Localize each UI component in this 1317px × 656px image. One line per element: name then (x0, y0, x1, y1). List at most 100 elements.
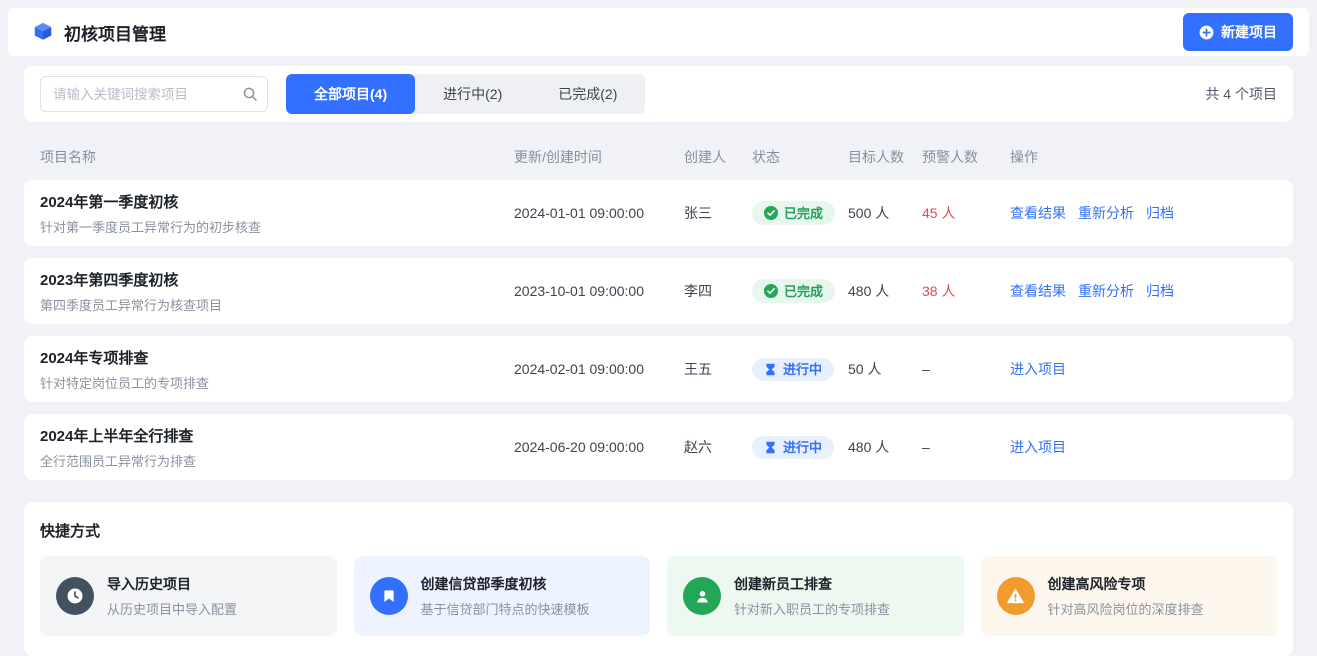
quick-action-text: 创建新员工排查 针对新入职员工的专项排查 (734, 574, 890, 618)
quick-action-description: 从历史项目中导入配置 (107, 599, 237, 618)
filter-tabs: 全部项目(4) 进行中(2) 已完成(2) (286, 74, 645, 114)
project-status-cell: 进行中 (752, 358, 848, 381)
project-creator: 李四 (684, 281, 752, 301)
quick-action-description: 针对新入职员工的专项排查 (734, 599, 890, 618)
table-column-header: 预警人数 (922, 147, 1010, 167)
row-action-link[interactable]: 归档 (1146, 203, 1174, 223)
filter-tab[interactable]: 已完成(2) (530, 74, 645, 114)
quick-action-card[interactable]: 导入历史项目 从历史项目中导入配置 (40, 556, 337, 636)
page: 初核项目管理 新建项目 全部项目(4) 进行中(2) 已完成( (0, 8, 1317, 656)
status-badge: 已完成 (752, 279, 835, 303)
warning-count: 45 人 (922, 203, 1010, 223)
quick-action-text: 导入历史项目 从历史项目中导入配置 (107, 574, 237, 618)
quick-action-description: 基于信贷部门特点的快速模板 (421, 599, 590, 618)
new-project-label: 新建项目 (1221, 22, 1277, 42)
row-action-link[interactable]: 查看结果 (1010, 203, 1066, 223)
app-logo-box-icon (32, 21, 54, 43)
table-column-header: 目标人数 (848, 147, 922, 167)
new-project-button[interactable]: 新建项目 (1183, 13, 1293, 51)
clock-icon (65, 586, 85, 606)
project-time: 2024-02-01 09:00:00 (514, 361, 684, 377)
project-row[interactable]: 2024年第一季度初核 针对第一季度员工异常行为的初步核查 2024-01-01… (24, 180, 1293, 246)
project-creator: 王五 (684, 359, 752, 379)
row-action-link[interactable]: 查看结果 (1010, 281, 1066, 301)
bookmark-icon (380, 587, 398, 605)
quick-action-card[interactable]: 创建高风险专项 针对高风险岗位的深度排查 (981, 556, 1278, 636)
status-label: 进行中 (783, 441, 822, 454)
quick-action-text: 创建高风险专项 针对高风险岗位的深度排查 (1048, 574, 1204, 618)
plus-circle-icon (1199, 25, 1214, 40)
project-name: 2024年上半年全行排查 (40, 425, 514, 446)
quick-action-title: 导入历史项目 (107, 574, 237, 594)
target-count: 50 人 (848, 359, 922, 379)
project-creator: 张三 (684, 203, 752, 223)
status-label: 进行中 (783, 363, 822, 376)
quick-action-icon-badge (370, 577, 408, 615)
row-actions: 查看结果重新分析归档 (1010, 203, 1277, 223)
project-time: 2023-10-01 09:00:00 (514, 283, 684, 299)
person-icon (693, 587, 712, 606)
project-count: 共 4 个项目 (1205, 84, 1277, 104)
title-wrap: 初核项目管理 (32, 20, 166, 45)
filter-tab[interactable]: 进行中(2) (415, 74, 530, 114)
row-actions: 进入项目 (1010, 359, 1277, 379)
quick-action-title: 创建新员工排查 (734, 574, 890, 594)
quick-action-icon-badge (683, 577, 721, 615)
table-column-header: 创建人 (684, 147, 752, 167)
warning-count: – (922, 439, 1010, 455)
quick-action-title: 创建信贷部季度初核 (421, 574, 590, 594)
project-status-cell: 进行中 (752, 436, 848, 459)
quick-action-title: 创建高风险专项 (1048, 574, 1204, 594)
quick-action-icon-badge (997, 577, 1035, 615)
project-description: 针对特定岗位员工的专项排查 (40, 373, 514, 392)
project-name-cell: 2024年上半年全行排查 全行范围员工异常行为排查 (40, 425, 514, 470)
search-box (40, 76, 268, 112)
status-badge: 进行中 (752, 436, 834, 459)
project-row[interactable]: 2024年上半年全行排查 全行范围员工异常行为排查 2024-06-20 09:… (24, 414, 1293, 480)
row-action-link[interactable]: 重新分析 (1078, 203, 1134, 223)
quick-action-card[interactable]: 创建信贷部季度初核 基于信贷部门特点的快速模板 (354, 556, 651, 636)
project-row[interactable]: 2023年第四季度初核 第四季度员工异常行为核查项目 2023-10-01 09… (24, 258, 1293, 324)
row-action-link[interactable]: 进入项目 (1010, 437, 1066, 457)
target-count: 500 人 (848, 203, 922, 223)
quick-actions-grid: 导入历史项目 从历史项目中导入配置 创建信贷部季度初核 基于信贷部门特点的快速模… (40, 556, 1277, 636)
warning-icon (1006, 587, 1025, 606)
status-badge: 已完成 (752, 201, 835, 225)
row-action-link[interactable]: 重新分析 (1078, 281, 1134, 301)
row-action-link[interactable]: 归档 (1146, 281, 1174, 301)
project-status-cell: 已完成 (752, 201, 848, 225)
project-description: 第四季度员工异常行为核查项目 (40, 295, 514, 314)
check-circle-icon (764, 284, 778, 298)
table-column-header: 更新/创建时间 (514, 147, 684, 167)
project-name: 2024年第一季度初核 (40, 191, 514, 212)
table-column-header: 操作 (1010, 147, 1277, 167)
project-status-cell: 已完成 (752, 279, 848, 303)
quick-action-card[interactable]: 创建新员工排查 针对新入职员工的专项排查 (667, 556, 964, 636)
project-time: 2024-06-20 09:00:00 (514, 439, 684, 455)
search-input[interactable] (40, 76, 268, 112)
status-badge: 进行中 (752, 358, 834, 381)
hourglass-icon (764, 363, 777, 376)
target-count: 480 人 (848, 437, 922, 457)
project-description: 针对第一季度员工异常行为的初步核查 (40, 217, 514, 236)
table-header: 项目名称 更新/创建时间 创建人 状态 目标人数 预警人数 操作 (24, 134, 1293, 180)
project-creator: 赵六 (684, 437, 752, 457)
status-label: 已完成 (784, 207, 823, 220)
filter-tab[interactable]: 全部项目(4) (286, 74, 415, 114)
check-circle-icon (764, 206, 778, 220)
quick-action-description: 针对高风险岗位的深度排查 (1048, 599, 1204, 618)
target-count: 480 人 (848, 281, 922, 301)
quick-action-text: 创建信贷部季度初核 基于信贷部门特点的快速模板 (421, 574, 590, 618)
project-name: 2023年第四季度初核 (40, 269, 514, 290)
row-actions: 查看结果重新分析归档 (1010, 281, 1277, 301)
search-icon[interactable] (242, 86, 258, 102)
project-description: 全行范围员工异常行为排查 (40, 451, 514, 470)
project-row[interactable]: 2024年专项排查 针对特定岗位员工的专项排查 2024-02-01 09:00… (24, 336, 1293, 402)
page-header: 初核项目管理 新建项目 (8, 8, 1309, 56)
hourglass-icon (764, 441, 777, 454)
warning-count: 38 人 (922, 281, 1010, 301)
project-name-cell: 2024年第一季度初核 针对第一季度员工异常行为的初步核查 (40, 191, 514, 236)
row-action-link[interactable]: 进入项目 (1010, 359, 1066, 379)
status-label: 已完成 (784, 285, 823, 298)
page-title: 初核项目管理 (64, 20, 166, 45)
